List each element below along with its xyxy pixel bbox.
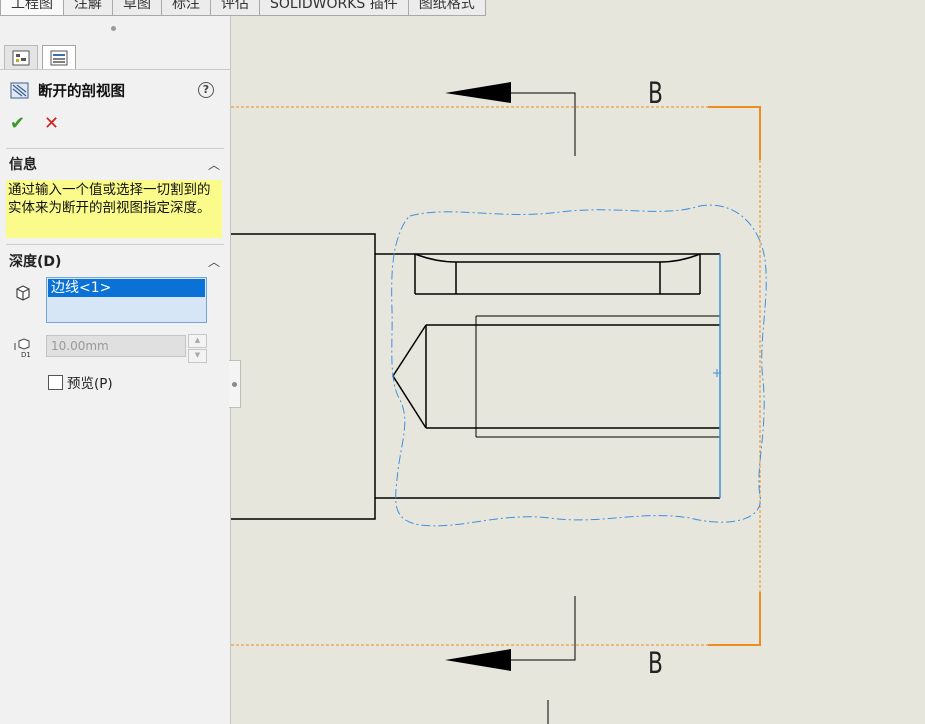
- spin-up-icon[interactable]: ▲: [188, 334, 207, 348]
- drawing-canvas[interactable]: B B: [231, 16, 925, 724]
- depth-spinner[interactable]: ▲ ▼: [188, 334, 207, 363]
- broken-out-section-icon: [10, 82, 29, 98]
- info-message: 通过输入一个值或选择一切割到的实体来为断开的剖视图指定深度。: [6, 180, 222, 238]
- info-section-header[interactable]: 信息: [9, 154, 37, 174]
- tab-drawing[interactable]: 工程图: [0, 0, 64, 16]
- property-list-icon: [50, 50, 68, 65]
- preview-option[interactable]: 预览(P): [48, 372, 113, 392]
- tab-sketch[interactable]: 草图: [112, 0, 162, 16]
- depth-icon-label: D1: [21, 351, 31, 358]
- ok-button[interactable]: ✔: [10, 113, 25, 134]
- manager-tabs: [0, 43, 230, 70]
- tab-annotation[interactable]: 注解: [63, 0, 113, 16]
- depth-reference-selection-box[interactable]: 边线<1>: [46, 277, 207, 323]
- section-corner-bottom[interactable]: [708, 592, 761, 646]
- section-profile-spline[interactable]: [391, 204, 767, 527]
- property-manager-panel: 断开的剖视图 ? ✔ ✕ 信息 ︿ 通过输入一个值或选择一切割到的实体来为断开的…: [0, 16, 231, 724]
- depth-value-field[interactable]: 10.00mm: [46, 335, 186, 357]
- section-corner-top[interactable]: [708, 106, 761, 160]
- depth-reference-icon: [16, 285, 30, 301]
- preview-label: 预览(P): [67, 376, 113, 392]
- property-manager-tab[interactable]: [42, 45, 76, 69]
- bore-thin-lines: [475, 315, 720, 438]
- spin-down-icon[interactable]: ▼: [188, 349, 207, 363]
- section-label-top[interactable]: B: [648, 77, 663, 111]
- property-manager-header: 断开的剖视图: [10, 80, 125, 101]
- command-manager-tabs: 工程图 注解 草图 标注 评估 SOLIDWORKS 插件 图纸格式: [0, 0, 486, 16]
- divider: [6, 148, 224, 149]
- selected-edge-item[interactable]: 边线<1>: [48, 279, 205, 297]
- tab-sheet-format[interactable]: 图纸格式: [407, 0, 486, 16]
- depth-section-header[interactable]: 深度(D): [9, 251, 61, 271]
- help-icon[interactable]: ?: [198, 82, 214, 98]
- tab-markup[interactable]: 标注: [161, 0, 211, 16]
- property-manager-title: 断开的剖视图: [38, 84, 125, 100]
- chevron-up-icon[interactable]: ︿: [208, 156, 220, 173]
- section-arrow-bottom[interactable]: [445, 596, 576, 671]
- tab-solidworks-addins[interactable]: SOLIDWORKS 插件: [259, 0, 409, 16]
- tab-evaluate[interactable]: 评估: [210, 0, 260, 16]
- preview-checkbox[interactable]: [48, 374, 63, 390]
- depth-dimension-icon: D1: [14, 338, 31, 358]
- section-arrow-top[interactable]: [445, 82, 576, 156]
- chevron-up-icon[interactable]: ︿: [208, 253, 220, 270]
- panel-collapse-handle[interactable]: [111, 26, 116, 31]
- feature-manager-tab[interactable]: [4, 45, 38, 69]
- feature-tree-icon: [12, 50, 30, 65]
- section-label-bottom[interactable]: B: [648, 647, 663, 681]
- cancel-button[interactable]: ✕: [44, 113, 59, 134]
- divider: [6, 244, 224, 245]
